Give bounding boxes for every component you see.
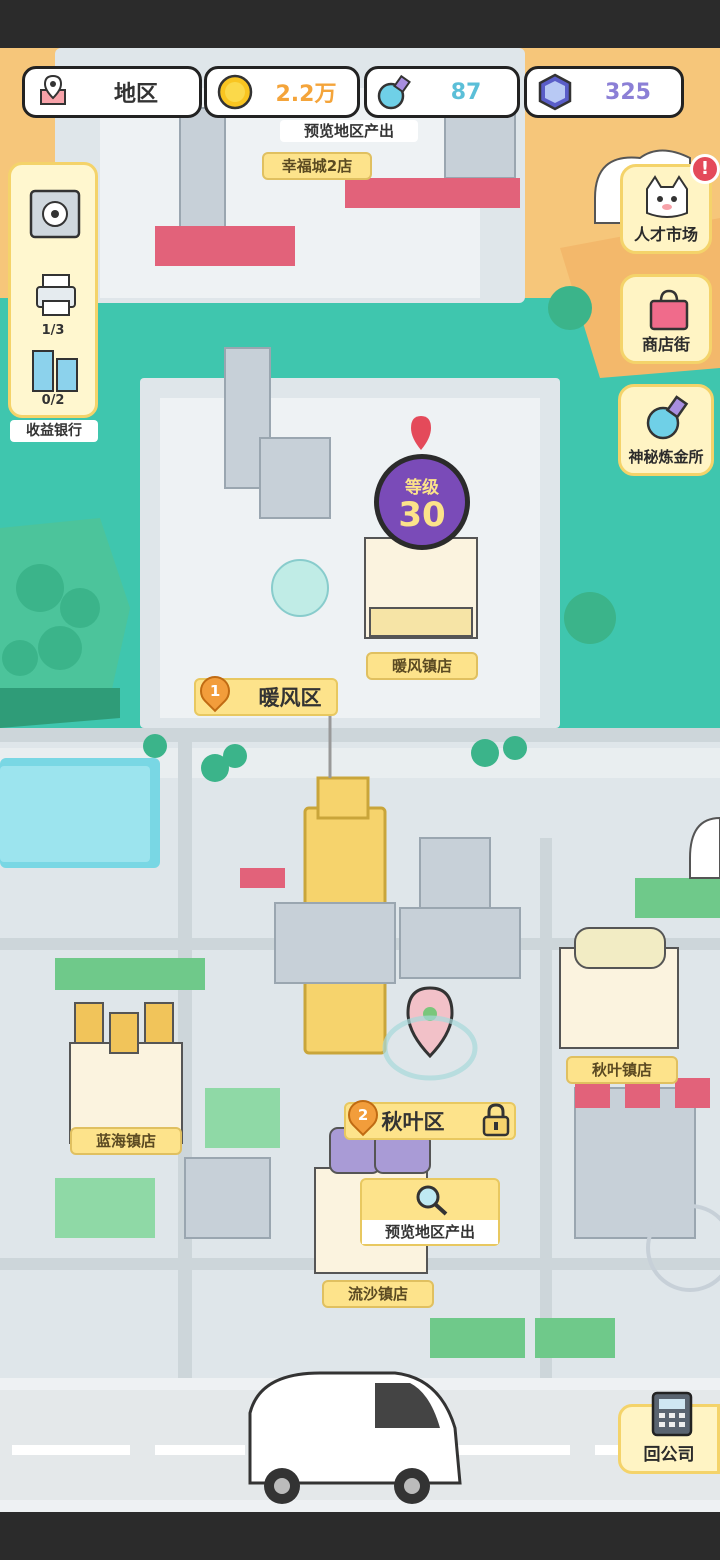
nav-bar-bottom [0, 1512, 720, 1560]
gem-counter[interactable]: 325 [524, 66, 684, 118]
building-count: 0/2 [41, 393, 65, 408]
printer-count: 1/3 [41, 323, 65, 338]
store-label-liusha[interactable]: 流沙镇店 [322, 1280, 434, 1308]
preview-output-button[interactable]: 预览地区产出 [360, 1178, 500, 1246]
bank-label: 收益银行 [10, 420, 98, 442]
potion-flask-icon [377, 74, 411, 110]
shop-street-label: 商店街 [641, 335, 690, 354]
coins-value: 2.2万 [275, 82, 337, 107]
region-button[interactable]: 地区 [22, 66, 202, 118]
notification-alert-icon: ! [690, 154, 720, 184]
shop-street-button[interactable]: 商店街 [620, 274, 712, 364]
district-name: 暖风区 [258, 686, 322, 710]
region-label: 地区 [113, 82, 158, 107]
coin-icon [217, 74, 253, 110]
safe-icon[interactable] [27, 187, 83, 243]
bank-panel[interactable]: 1/3 0/2 [8, 162, 98, 418]
gem-value: 325 [605, 79, 651, 105]
return-company-button[interactable]: 回公司 [618, 1391, 720, 1474]
printer-icon[interactable] [33, 273, 79, 319]
calculator-icon [651, 1391, 693, 1437]
lock-icon [482, 1103, 510, 1137]
shopping-bag-icon [649, 289, 689, 331]
map-pin-icon [40, 74, 66, 105]
preview-output-label: 预览地区产出 [362, 1220, 498, 1244]
potion-flask-icon [646, 395, 689, 440]
return-company-label: 回公司 [643, 1445, 695, 1465]
coins-counter[interactable]: 2.2万 [204, 66, 360, 118]
cat-face-icon [646, 175, 688, 218]
gem-hexagon-icon [538, 73, 572, 111]
magnifier-icon [416, 1185, 448, 1216]
alchemy-label: 神秘炼金所 [628, 448, 704, 466]
alchemy-button[interactable]: 神秘炼金所 [618, 384, 714, 476]
talent-market-label: 人才市场 [633, 225, 698, 244]
potion-value: 87 [450, 79, 482, 105]
store-label-nuanfeng[interactable]: 暖风镇店 [366, 652, 478, 680]
potion-counter[interactable]: 87 [364, 66, 520, 118]
preview-output-label-top[interactable]: 预览地区产出 [280, 120, 418, 142]
district-name: 秋叶区 [381, 1110, 445, 1134]
store-label-xingfu[interactable]: 幸福城2店 [262, 152, 372, 180]
store-label-qiuye[interactable]: 秋叶镇店 [566, 1056, 678, 1084]
level-badge[interactable]: 等级 30 [374, 454, 470, 550]
building-icon[interactable] [29, 347, 81, 393]
store-label-lanhai[interactable]: 蓝海镇店 [70, 1127, 182, 1155]
status-bar-top [0, 0, 720, 48]
level-value: 30 [398, 495, 446, 535]
